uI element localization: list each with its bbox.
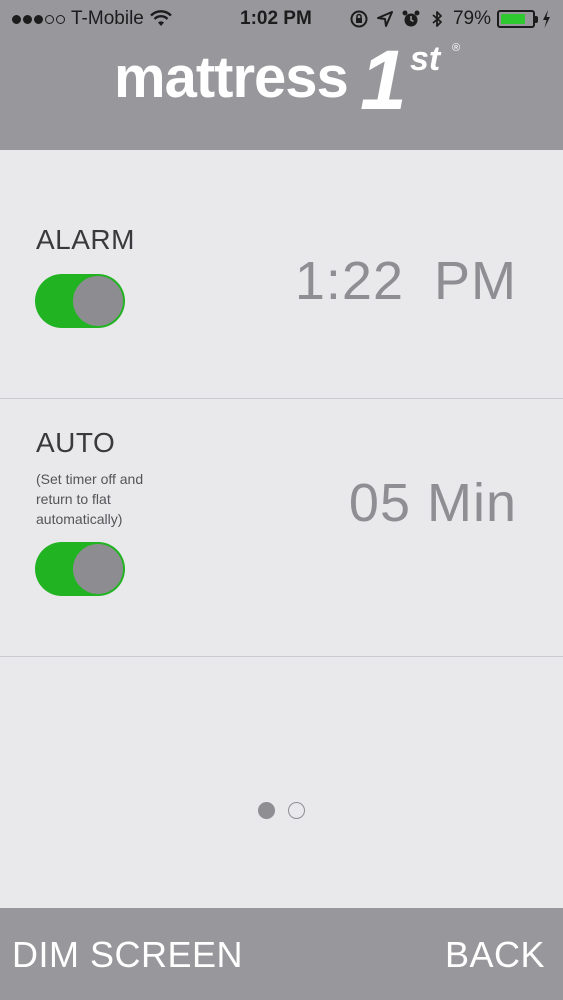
alarm-time: 1:22 <box>294 251 404 311</box>
dim-screen-button[interactable]: DIM SCREEN <box>12 934 243 976</box>
logo-word: mattress <box>114 45 349 110</box>
auto-toggle[interactable] <box>35 542 125 596</box>
battery-percent: 79% <box>452 8 491 29</box>
carrier-name: T-Mobile <box>71 8 144 29</box>
alarm-icon <box>402 10 420 27</box>
auto-label: AUTO <box>36 427 116 458</box>
battery-icon <box>497 10 538 28</box>
footer-bar: DIM SCREEN BACK <box>0 908 563 1000</box>
status-time: 1:02 PM <box>240 8 312 29</box>
app-screen: T-Mobile 1:02 PM 79% mattress 1 st ® ALA… <box>0 0 563 1000</box>
alarm-label: ALARM <box>36 224 135 255</box>
header-bar: T-Mobile 1:02 PM 79% mattress 1 st ® <box>0 0 563 150</box>
battery-level-fill <box>501 14 525 24</box>
registered-mark: ® <box>452 42 461 54</box>
page-indicator[interactable] <box>258 802 305 819</box>
status-left: T-Mobile <box>12 8 172 30</box>
status-bar: T-Mobile 1:02 PM 79% <box>0 0 563 38</box>
page-dot-1[interactable] <box>258 802 275 819</box>
signal-strength-icon <box>12 14 65 24</box>
wifi-icon <box>150 10 172 26</box>
alarm-row: ALARM 1:22 PM <box>0 150 563 399</box>
bluetooth-icon <box>432 11 442 27</box>
auto-toggle-knob <box>73 544 123 594</box>
logo-numeral: 1 <box>360 33 407 127</box>
orientation-lock-icon <box>350 10 368 28</box>
location-icon <box>376 11 393 27</box>
back-button[interactable]: BACK <box>445 934 545 976</box>
logo-suffix: st <box>410 40 441 78</box>
page-dot-2[interactable] <box>288 802 305 819</box>
auto-description: (Set timer off and return to flat automa… <box>36 471 144 527</box>
alarm-toggle[interactable] <box>35 274 125 328</box>
alarm-ampm: PM <box>434 251 517 311</box>
alarm-toggle-knob <box>73 276 123 326</box>
mattress-first-logo: mattress 1 st ® <box>114 38 474 122</box>
auto-timer-value[interactable]: 05 Min <box>349 472 517 534</box>
alarm-time-display[interactable]: 1:22 PM <box>295 250 517 312</box>
status-right: 79% <box>349 8 551 30</box>
auto-row: AUTO (Set timer off and return to flat a… <box>0 399 563 657</box>
charging-icon <box>543 10 550 28</box>
